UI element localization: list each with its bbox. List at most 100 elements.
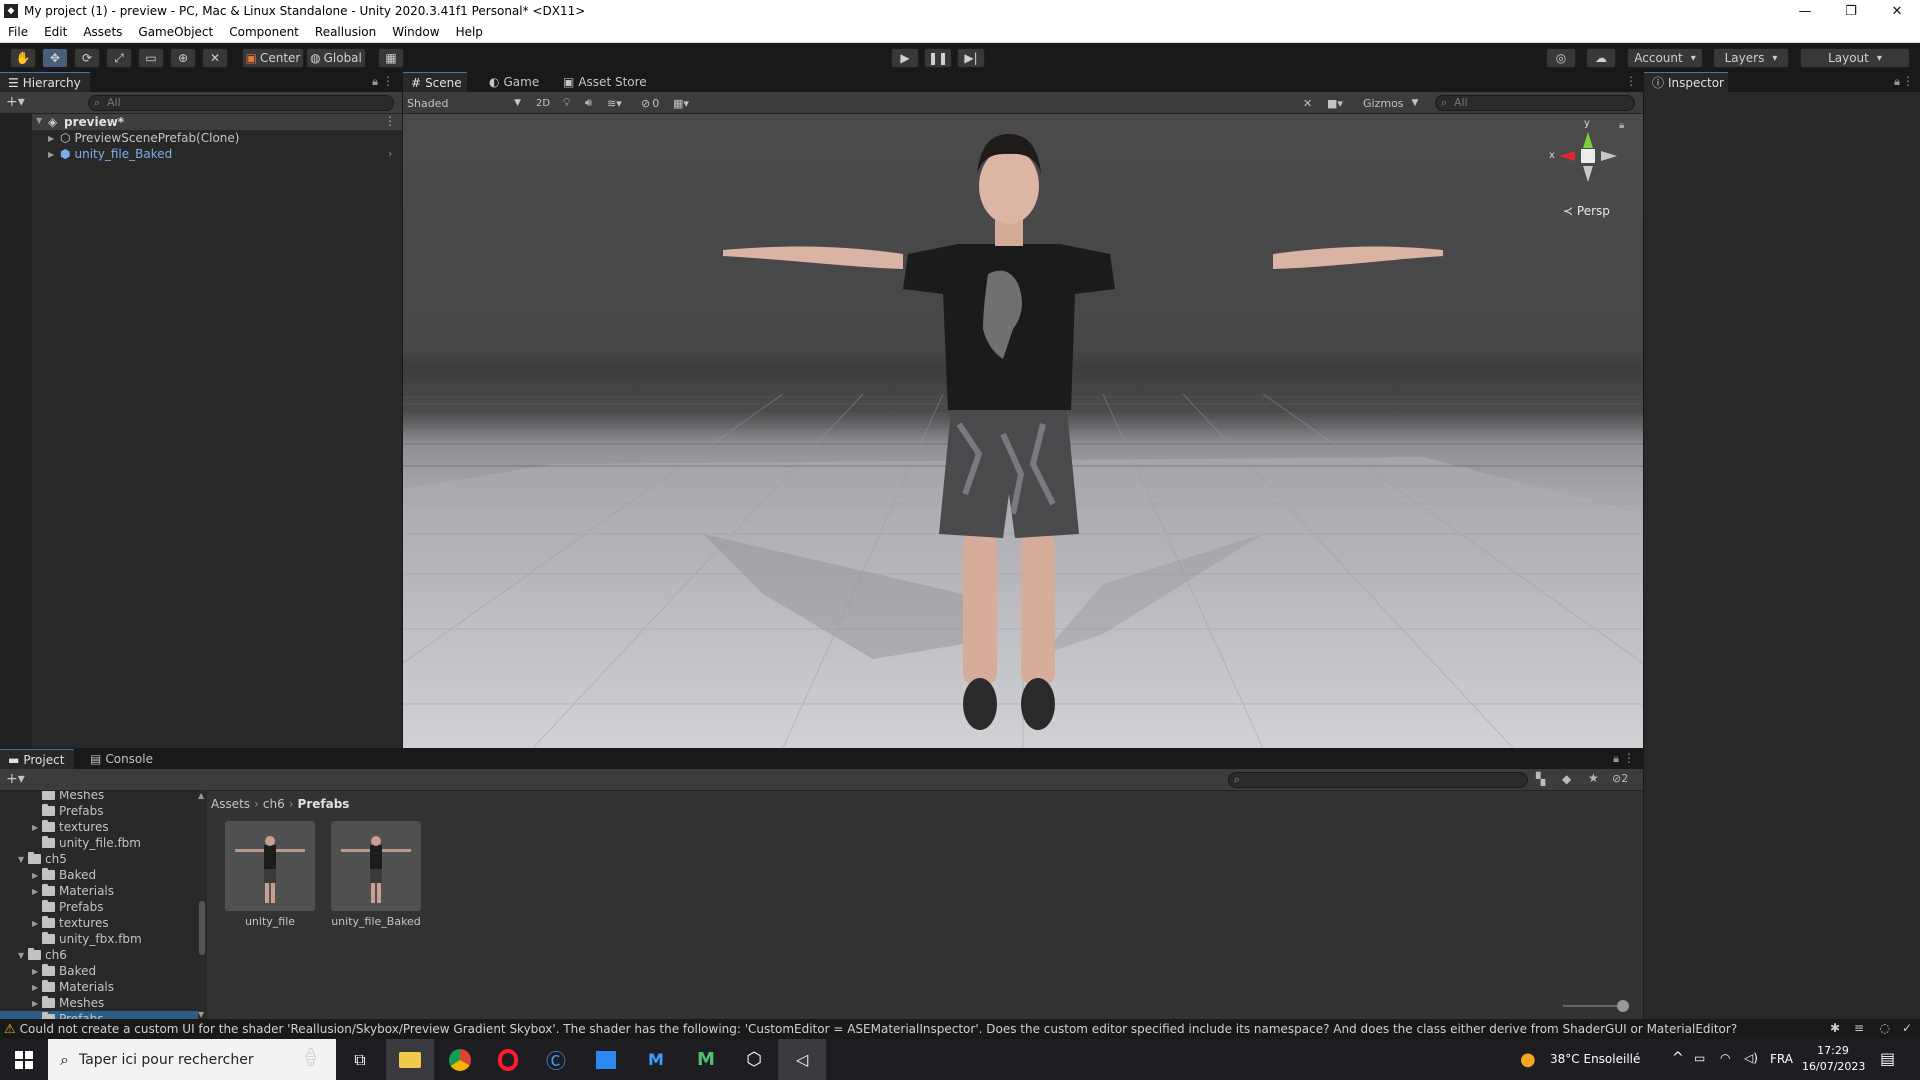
menu-component[interactable]: Component (221, 25, 307, 39)
lock-icon[interactable]: 🔒︎ (1613, 752, 1619, 766)
breadcrumb-ch6[interactable]: ch6 (263, 797, 285, 811)
custom-tool-icon[interactable]: ✕ (202, 48, 228, 68)
pause-button[interactable]: ❚❚ (924, 48, 952, 68)
folder-tree-item[interactable]: Meshes (32, 791, 104, 803)
scrollbar-thumb[interactable] (199, 901, 205, 955)
expand-arrow-icon[interactable]: ▶ (32, 999, 42, 1008)
scene-viewport[interactable]: y x 🔒︎ ≺ Persp (403, 114, 1643, 748)
windows-start-icon[interactable] (0, 1039, 48, 1080)
chevron-up-icon[interactable]: ^ (1672, 1050, 1684, 1066)
play-button[interactable]: ▶ (891, 48, 919, 68)
rect-tool-icon[interactable]: ▭ (138, 48, 164, 68)
slider-handle[interactable] (1617, 1000, 1629, 1012)
expand-arrow-icon[interactable]: ▶ (48, 150, 58, 159)
menu-help[interactable]: Help (448, 25, 491, 39)
layers-dropdown[interactable]: Layers (1713, 48, 1789, 68)
expand-arrow-icon[interactable]: ▶ (32, 823, 42, 832)
pivot-global-button[interactable]: ◍ Global (306, 48, 366, 68)
battery-icon[interactable]: ▭ (1694, 1051, 1705, 1065)
kebab-menu-icon[interactable]: ⋮ (1902, 74, 1914, 88)
lock-icon[interactable]: 🔒︎ (372, 75, 378, 89)
grid-snap-icon[interactable]: ▦ (378, 48, 404, 68)
folder-tree-item[interactable]: unity_fbx.fbm (32, 931, 142, 947)
hand-tool-icon[interactable]: ✋ (10, 48, 36, 68)
language-indicator[interactable]: FRA (1770, 1052, 1793, 1066)
expand-arrow-icon[interactable]: ▶ (32, 983, 42, 992)
scroll-up-icon[interactable]: ▲ (198, 791, 204, 800)
folder-tree-item[interactable]: Prefabs (32, 803, 104, 819)
folder-tree-item[interactable]: ▼ ch6 (18, 947, 67, 963)
folder-tree-item[interactable]: unity_file.fbm (32, 835, 141, 851)
breadcrumb-prefabs[interactable]: Prefabs (298, 797, 350, 811)
weather-temp[interactable]: 38°C Ensoleillé (1550, 1052, 1640, 1066)
chrome-icon[interactable] (436, 1039, 484, 1080)
file-explorer-icon[interactable] (386, 1039, 434, 1080)
gizmos-dropdown[interactable]: Gizmos ▼ (1363, 92, 1418, 114)
wifi-icon[interactable]: ◠ (1720, 1051, 1730, 1065)
visibility-toggle[interactable]: ⊘ 0 (641, 92, 659, 114)
hierarchy-item[interactable]: ▶ ⬢ unity_file_Baked (48, 146, 172, 162)
rotate-tool-icon[interactable]: ⟳ (74, 48, 100, 68)
status-message[interactable]: Could not create a custom UI for the sha… (20, 1022, 1738, 1036)
tab-asset-store[interactable]: ▣ Asset Store (555, 72, 655, 92)
check-icon[interactable]: ✓ (1902, 1021, 1912, 1035)
malwarebytes-icon[interactable]: M (682, 1039, 730, 1080)
notification-icon[interactable]: ▤ (1880, 1049, 1895, 1068)
expand-arrow-icon[interactable]: ▶ (48, 134, 58, 143)
kebab-menu-icon[interactable]: ⋮ (1623, 751, 1635, 765)
tab-project[interactable]: ▬ Project (0, 749, 74, 769)
kebab-menu-icon[interactable]: ⋮ (1625, 74, 1637, 88)
pivot-center-button[interactable]: ▣ Center (242, 48, 304, 68)
thumbnail-size-slider[interactable] (1563, 1000, 1629, 1012)
tab-scene[interactable]: # Scene (403, 72, 467, 92)
folder-tree-item[interactable]: ▶ textures (32, 915, 109, 931)
progress-icon[interactable]: ≡ (1854, 1021, 1864, 1035)
scroll-down-icon[interactable]: ▼ (198, 1010, 204, 1019)
store-icon[interactable] (582, 1039, 630, 1080)
menu-assets[interactable]: Assets (75, 25, 130, 39)
close-button[interactable]: ✕ (1874, 0, 1920, 22)
projection-label[interactable]: ≺ Persp (1563, 204, 1610, 218)
task-view-icon[interactable]: ⧉ (336, 1039, 384, 1080)
tab-hierarchy[interactable]: ☰ Hierarchy (0, 72, 90, 92)
menu-window[interactable]: Window (384, 25, 447, 39)
camera-icon[interactable]: ■▾ (1327, 92, 1343, 114)
lighting-icon[interactable]: 💡︎ (563, 92, 571, 114)
layout-dropdown[interactable]: Layout (1800, 48, 1910, 68)
app-m-icon[interactable]: M (632, 1039, 680, 1080)
opera-icon[interactable] (484, 1039, 532, 1080)
folder-tree-item[interactable]: Prefabs (0, 1011, 198, 1019)
hierarchy-search-input[interactable]: All (88, 95, 394, 111)
tab-inspector[interactable]: ⓘ Inspector (1644, 72, 1728, 92)
expand-arrow-icon[interactable]: ▶ (32, 967, 42, 976)
shading-mode-dropdown[interactable]: Shaded ▼ (407, 92, 525, 114)
scale-tool-icon[interactable]: ⤢ (106, 48, 132, 68)
tab-game[interactable]: ◐ Game (481, 72, 551, 92)
cache-icon[interactable]: ◌ (1880, 1021, 1890, 1035)
effects-icon[interactable]: ≋▾ (607, 92, 622, 114)
chevron-right-icon[interactable]: › (388, 147, 392, 160)
unity-hub-icon[interactable]: ⬡ (730, 1039, 778, 1080)
asset-tile-unity-file-baked[interactable]: unity_file_Baked (331, 821, 421, 931)
hierarchy-item[interactable]: ▶ ⬡ PreviewScenePrefab(Clone) (48, 130, 239, 146)
folder-tree-item[interactable]: Prefabs (32, 899, 104, 915)
breadcrumb-assets[interactable]: Assets (211, 797, 250, 811)
expand-arrow-icon[interactable]: ▶ (32, 887, 42, 896)
folder-tree-item[interactable]: ▶ Materials (32, 979, 114, 995)
menu-reallusion[interactable]: Reallusion (307, 25, 384, 39)
grid-toggle-icon[interactable]: ▦▾ (673, 92, 689, 114)
folder-tree-item[interactable]: ▶ Baked (32, 963, 96, 979)
orientation-gizmo[interactable]: y x 🔒︎ ≺ Persp (1543, 118, 1633, 220)
expand-arrow-icon[interactable]: ▼ (36, 116, 46, 125)
gizmo-lock-icon[interactable]: 🔒︎ (1619, 120, 1624, 131)
folder-tree-item[interactable]: ▶ Materials (32, 883, 114, 899)
filter-type-icon[interactable]: ▚ (1536, 772, 1545, 786)
tools-icon[interactable]: ✕ (1303, 92, 1312, 114)
transform-tool-icon[interactable]: ⊕ (170, 48, 196, 68)
hidden-packages-toggle[interactable]: ⊘2 (1612, 772, 1628, 785)
folder-tree-scrollbar[interactable]: ▲ ▼ (198, 791, 206, 1019)
collab-icon[interactable]: ◎ (1546, 48, 1576, 68)
step-button[interactable]: ▶| (957, 48, 985, 68)
menu-gameobject[interactable]: GameObject (130, 25, 221, 39)
scene-menu-icon[interactable]: ⋮ (384, 114, 396, 128)
